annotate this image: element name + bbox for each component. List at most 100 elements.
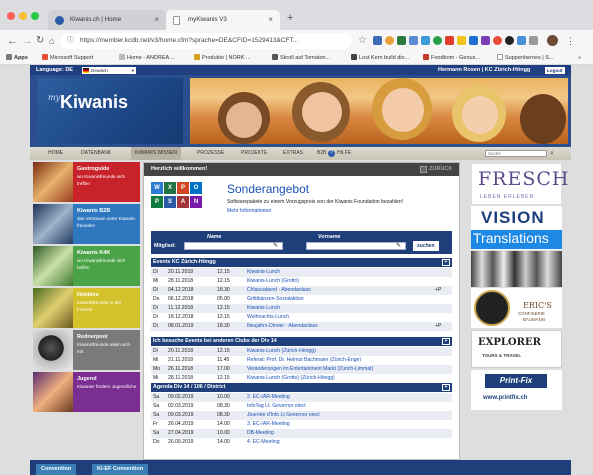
nav-datenbank[interactable]: DATENBANK [81, 147, 111, 160]
ad-banner-image[interactable] [471, 251, 562, 287]
close-window-button[interactable] [7, 12, 15, 20]
address-bar[interactable]: ⓘ https://member.kcdb.net/v3/home.cfm?sp… [60, 33, 352, 49]
hobbies-box[interactable]: Hobbies Kiwanisfreunde in der Freizeit [33, 288, 140, 328]
extension-icon[interactable] [469, 36, 478, 45]
event-title[interactable]: Journée d'Info Lt Governor elect [247, 411, 320, 420]
event-title[interactable]: Neujahrs-Dinner - Abendanlass [247, 322, 318, 331]
nav-hilfe[interactable]: ? HILFE [328, 147, 351, 160]
ad-fresch[interactable]: FRESCH LEBEN ERLEBEN [471, 163, 568, 205]
extension-icon[interactable] [409, 36, 418, 45]
site-search-input[interactable]: Suche [485, 150, 547, 157]
bookmark-item[interactable]: Lost Kern build dio... [351, 52, 409, 65]
extension-icon[interactable] [385, 36, 394, 45]
rednerpool-box[interactable]: Rednerpool Kiwanisfreunde teilen sich mi… [33, 330, 140, 370]
bookmark-apps[interactable]: Apps [6, 52, 28, 65]
event-row[interactable]: Di 08.01.2019 18.30 Neujahrs-Dinner - Abend… [151, 322, 452, 331]
first-name-input[interactable] [306, 242, 406, 250]
nav-projekte[interactable]: PROJEKTE [241, 147, 267, 160]
close-tab-icon[interactable]: × [268, 10, 273, 30]
expand-icon[interactable]: + [442, 259, 450, 266]
event-title[interactable]: Veränderungen im Entertainment Markt (Zü… [247, 365, 373, 374]
event-title[interactable]: 2. EC-/AR-Meeting [247, 393, 290, 402]
gastroguide-box[interactable]: Gastroguide wo Kiwanisfreunde sich treff… [33, 162, 140, 202]
event-title[interactable]: Chlausabend - Abendanlass [247, 286, 311, 295]
minimize-window-button[interactable] [19, 12, 27, 20]
nav-home[interactable]: HOME [48, 147, 63, 160]
event-row[interactable]: Di 11.12.2018 12.15 Kiwanis-Lunch [151, 304, 452, 313]
event-row[interactable]: Sa 09.03.2019 08.30 Journée d'Info Lt Gover… [151, 411, 452, 420]
new-tab-button[interactable]: + [287, 12, 293, 24]
office-logo[interactable]: W X P O P S A N [151, 180, 217, 220]
chrome-menu-icon[interactable]: ⋮ [566, 33, 575, 49]
extension-icon[interactable] [397, 36, 406, 45]
bookmark-item[interactable]: Foodbom - Genus... [423, 52, 480, 65]
event-row[interactable]: Sa 02.03.2019 08.30 InfoTag Lt. Governor el… [151, 402, 452, 411]
event-title[interactable]: InfoTag Lt. Governor elect [247, 402, 306, 411]
forward-arrow-icon[interactable]: → [22, 33, 33, 49]
name-input[interactable] [184, 242, 283, 250]
bookmark-item[interactable]: Produkte | NORK ... [194, 52, 251, 65]
more-bookmarks[interactable]: » [578, 52, 581, 65]
extension-icon[interactable] [505, 36, 514, 45]
event-title[interactable]: 3. EC-/AR-Meeting [247, 420, 290, 429]
event-title[interactable]: Kiwanis-Lunch (Grotto) (Zürich-Höngg) [247, 374, 335, 383]
extension-icon[interactable] [493, 36, 502, 45]
back-link[interactable]: ZURÜCK [420, 163, 452, 176]
bookmark-item[interactable]: Skroll auf Tomaton... [272, 52, 330, 65]
tab-kiwanis-home[interactable]: Kiwanis.ch | Home × [48, 10, 166, 30]
expand-icon[interactable]: + [442, 338, 450, 345]
bookmark-item[interactable]: Suppenheroes | S... [497, 52, 554, 65]
event-title[interactable]: Kiwanis-Lunch [247, 268, 280, 277]
event-row[interactable]: Di 20.11.2018 12.15 Kiwanis-Lunch [151, 268, 452, 277]
ad-printfix[interactable]: Print-Fix www.printfix.ch [471, 370, 562, 410]
event-row[interactable]: Mi 28.11.2018 12.15 Kiwanis-Lunch (Grotto) [151, 277, 452, 286]
event-title[interactable]: 4. EC-Meeting [247, 438, 280, 447]
extension-icon[interactable] [517, 36, 526, 45]
close-tab-icon[interactable]: × [154, 10, 159, 30]
extension-icon[interactable] [373, 36, 382, 45]
event-title[interactable]: Kiwanis-Lunch [247, 304, 280, 313]
extension-icon[interactable] [481, 36, 490, 45]
bookmark-star-icon[interactable]: ☆ [358, 33, 367, 49]
extension-icon[interactable] [421, 36, 430, 45]
tab-convention[interactable]: Convention [36, 464, 77, 475]
event-title[interactable]: Weihnachts-Lunch [247, 313, 289, 322]
event-row[interactable]: Fr 26.04.2019 14.00 3. EC-/AR-Meeting [151, 420, 452, 429]
jugend-box[interactable]: Jugend Kiwanier fördern Jugendliche [33, 372, 140, 412]
search-button[interactable]: suchen [413, 241, 439, 251]
info-icon[interactable]: ⓘ [67, 33, 74, 49]
bookmark-item[interactable]: Microsoft Support [42, 52, 93, 65]
event-title[interactable]: DB-Meeting [247, 429, 274, 438]
back-arrow-icon[interactable]: ← [7, 33, 18, 49]
event-row[interactable]: Mi 21.11.2018 11.45 Referat: Prof. Dr. Helm… [151, 356, 452, 365]
event-title[interactable]: Kiwanis-Lunch (Zürich-Höngg) [247, 347, 316, 356]
extension-icon[interactable] [445, 36, 454, 45]
nav-kiwanis-wissen[interactable]: KIWANIS WISSEN [131, 147, 182, 160]
extension-icon[interactable] [529, 36, 538, 45]
kiwanis-k4k-box[interactable]: Kiwanis K4K wo Kiwanisfreunde sich helfe… [33, 246, 140, 286]
extension-icon[interactable] [457, 36, 466, 45]
bookmark-item[interactable]: Home - ANDREA ... [119, 52, 175, 65]
tab-ki-ef-convention[interactable]: KI-EF Convention [92, 464, 149, 475]
nav-b2b[interactable]: B2B [317, 147, 326, 160]
event-row[interactable]: Mi 28.11.2018 12.15 Kiwanis-Lunch (Grotto) … [151, 374, 452, 383]
nav-prozesse[interactable]: PROZESSE [197, 147, 224, 160]
home-icon[interactable]: ⌂ [49, 33, 54, 49]
event-row[interactable]: Sa 09.02.2019 10.00 2. EC-/AR-Meeting [151, 393, 452, 402]
event-row[interactable]: Sa 27.04.2019 10.00 DB-Meeting [151, 429, 452, 438]
kiwanis-b2b-box[interactable]: Kiwanis B2B das Vertrauen unter Kiwanis-… [33, 204, 140, 244]
search-icon[interactable]: ⌕ [550, 147, 554, 160]
offer-link[interactable]: Mehr Informationen [227, 208, 271, 214]
event-row[interactable]: Di 18.12.2018 12.15 Weihnachts-Lunch [151, 313, 452, 322]
maximize-window-button[interactable] [31, 12, 39, 20]
event-row[interactable]: Mo 26.11.2018 17.00 Veränderungen im Entert… [151, 365, 452, 374]
event-row[interactable]: Do 06.12.2018 05.00 Grittibänzen-Sozialakti… [151, 295, 452, 304]
event-row[interactable]: Di 20.11.2018 12.15 Kiwanis-Lunch (Zürich-H… [151, 347, 452, 356]
ad-vision-translations[interactable]: VISION Translations [471, 206, 562, 250]
extension-icon[interactable] [433, 36, 442, 45]
mykiwanis-logo[interactable]: my Kiwanis [38, 78, 183, 144]
event-row[interactable]: Do 26.09.2019 14.00 4. EC-Meeting [151, 438, 452, 447]
tab-mykiwanis[interactable]: myKiwanis V3 × [166, 10, 280, 30]
expand-icon[interactable]: + [442, 384, 450, 391]
nav-extras[interactable]: EXTRAS [283, 147, 303, 160]
